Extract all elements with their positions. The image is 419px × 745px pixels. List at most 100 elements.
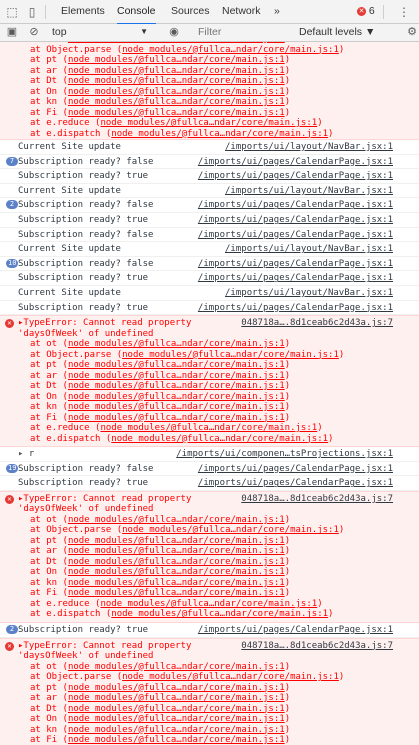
tab-sources[interactable]: Sources [171,0,210,23]
stack-link[interactable]: node_modules/@fullca…ndar/core/main.js:1 [68,567,285,577]
stack-link[interactable]: node_modules/@fullca…ndar/core/main.js:1 [68,557,285,567]
log-message: r [28,449,35,460]
stack-link[interactable]: node_modules/@fullca…ndar/core/main.js:1 [122,525,339,535]
stack-frame: at ot (node_modules/@fullca…ndar/core/ma… [30,339,291,350]
source-link[interactable]: /imports/ui/layout/NavBar.jsx:1 [225,288,393,299]
source-link[interactable]: /imports/ui/layout/NavBar.jsx:1 [225,142,393,153]
source-link[interactable]: /imports/ui/pages/CalendarPage.jsx:1 [198,464,393,475]
filter-input[interactable] [186,25,286,39]
source-link[interactable]: 048718a….8d1ceab6c2d43a.js:7 [241,641,393,652]
stack-link[interactable]: node_modules/@fullca…ndar/core/main.js:1 [68,704,285,714]
stack-link[interactable]: node_modules/@fullca…ndar/core/main.js:1 [100,423,317,433]
stack-link[interactable]: node_modules/@fullca…ndar/core/main.js:1 [111,434,328,444]
show-sidebar-icon[interactable]: ▣ [5,25,19,39]
repeat-count-badge: 2 [6,624,18,634]
context-selector[interactable]: top ▼ [52,25,152,39]
stack-link[interactable]: node_modules/@fullca…ndar/core/main.js:1 [68,339,285,349]
error-count: 6 [368,5,375,17]
error-header[interactable]: ▸TypeError: Cannot read property 'daysOf… [18,641,233,662]
stack-link[interactable]: node_modules/@fullca…ndar/core/main.js:1 [122,45,339,55]
error-header[interactable]: ▸TypeError: Cannot read property 'daysOf… [18,494,233,515]
source-link[interactable]: /imports/ui/componen…tsProjections.jsx:1 [176,449,393,460]
source-link[interactable]: /imports/ui/pages/CalendarPage.jsx:1 [198,171,393,182]
stack-fn: at Object.parse [30,672,112,682]
error-icon: ✕ [5,319,14,329]
source-link[interactable]: /imports/ui/layout/NavBar.jsx:1 [225,244,393,255]
stack-link[interactable]: node_modules/@fullca…ndar/core/main.js:1 [111,129,328,139]
source-link[interactable]: /imports/ui/pages/CalendarPage.jsx:1 [198,215,393,226]
console-log-row: 2 Subscription ready? false/imports/ui/pa… [0,198,419,213]
source-link[interactable]: /imports/ui/pages/CalendarPage.jsx:1 [198,273,393,284]
stack-link[interactable]: node_modules/@fullca…ndar/core/main.js:1 [68,66,285,76]
stack-link[interactable]: node_modules/@fullca…ndar/core/main.js:1 [100,118,317,128]
source-link[interactable]: /imports/ui/pages/CalendarPage.jsx:1 [198,625,393,636]
stack-fn: at ar [30,693,58,703]
stack-link[interactable]: node_modules/@fullca…ndar/core/main.js:1 [68,76,285,86]
stack-link[interactable]: node_modules/@fullca…ndar/core/main.js:1 [68,578,285,588]
console-error-row: ✕ ▸TypeError: Cannot read property 'daysO… [0,490,419,623]
stack-link[interactable]: node_modules/@fullca…ndar/core/main.js:1 [68,97,285,107]
stack-link[interactable]: node_modules/@fullca…ndar/core/main.js:1 [100,599,317,609]
stack-link[interactable]: node_modules/@fullca…ndar/core/main.js:1 [68,515,285,525]
stack-link[interactable]: node_modules/@fullca…ndar/core/main.js:1 [68,87,285,97]
log-message: Subscription ready? false [18,156,154,167]
stack-link[interactable]: node_modules/@fullca…ndar/core/main.js:1 [122,672,339,682]
error-message: TypeError: Cannot read property 'daysOfW… [18,640,192,662]
stack-frame: at Object.parse (node_modules/@fullca…nd… [30,672,345,682]
stack-link[interactable]: node_modules/@fullca…ndar/core/main.js:1 [68,381,285,391]
log-levels-dropdown[interactable]: Default levels ▼ [299,25,389,39]
stack-link[interactable]: node_modules/@fullca…ndar/core/main.js:1 [68,735,285,745]
stack-frame: at kn (node_modules/@fullca…ndar/core/ma… [30,577,291,588]
stack-link[interactable]: node_modules/@fullca…ndar/core/main.js:1 [68,588,285,598]
inspect-element-icon[interactable]: ⬚ [4,4,20,20]
stack-link[interactable]: node_modules/@fullca…ndar/core/main.js:1 [68,693,285,703]
stack-frame: at ot (node_modules/@fullca…ndar/core/ma… [30,514,291,525]
stack-link[interactable]: node_modules/@fullca…ndar/core/main.js:1 [68,402,285,412]
stack-link[interactable]: node_modules/@fullca…ndar/core/main.js:1 [68,371,285,381]
tab-elements[interactable]: Elements [61,0,105,23]
chevron-down-icon: ▼ [140,27,148,36]
source-link[interactable]: /imports/ui/pages/CalendarPage.jsx:1 [198,303,393,314]
stack-link[interactable]: node_modules/@fullca…ndar/core/main.js:1 [68,392,285,402]
console-log-row: Subscription ready? true/imports/ui/page… [0,301,419,316]
more-options-icon[interactable]: ⋮ [396,4,412,20]
device-toolbar-icon[interactable]: ▯ [24,4,40,20]
source-link[interactable]: /imports/ui/pages/CalendarPage.jsx:1 [198,478,393,489]
error-counter[interactable]: ✕ 6 [357,5,375,17]
stack-fn: at e.reduce [30,118,90,128]
expand-arrow-icon[interactable]: ▸ [18,449,29,459]
stack-link[interactable]: node_modules/@fullca…ndar/core/main.js:1 [68,413,285,423]
source-link[interactable]: 048718a….8d1ceab6c2d43a.js:7 [241,494,393,505]
clear-console-icon[interactable]: ⊘ [27,25,41,39]
stack-link[interactable]: node_modules/@fullca…ndar/core/main.js:1 [122,350,339,360]
stack-link[interactable]: node_modules/@fullca…ndar/core/main.js:1 [68,683,285,693]
error-icon: ✕ [5,494,14,504]
stack-link[interactable]: node_modules/@fullca…ndar/core/main.js:1 [68,725,285,735]
source-link[interactable]: /imports/ui/layout/NavBar.jsx:1 [225,186,393,197]
stack-link[interactable]: node_modules/@fullca…ndar/core/main.js:1 [111,609,328,619]
stack-link[interactable]: node_modules/@fullca…ndar/core/main.js:1 [68,360,285,370]
stack-link[interactable]: node_modules/@fullca…ndar/core/main.js:1 [68,55,285,65]
source-link[interactable]: /imports/ui/pages/CalendarPage.jsx:1 [198,259,393,270]
source-link[interactable]: /imports/ui/pages/CalendarPage.jsx:1 [198,230,393,241]
stack-fn: at kn [30,97,58,107]
more-tabs-button[interactable]: » [274,0,280,23]
stack-link[interactable]: node_modules/@fullca…ndar/core/main.js:1 [68,662,285,672]
console-error-row: ✕ ▸TypeError: Cannot read property 'daysO… [0,637,419,745]
stack-frame: at e.reduce (node_modules/@fullca…ndar/c… [30,598,323,609]
stack-frame: at Dt (node_modules/@fullca…ndar/core/ma… [30,76,291,86]
log-message: Current Site update [18,142,121,152]
stack-link[interactable]: node_modules/@fullca…ndar/core/main.js:1 [68,546,285,556]
source-link[interactable]: /imports/ui/pages/CalendarPage.jsx:1 [198,200,393,211]
error-header[interactable]: ▸TypeError: Cannot read property 'daysOf… [18,318,233,339]
stack-link[interactable]: node_modules/@fullca…ndar/core/main.js:1 [68,714,285,724]
stack-fn: at Fi [30,412,58,423]
source-link[interactable]: 048718a….8d1ceab6c2d43a.js:7 [241,318,393,329]
source-link[interactable]: /imports/ui/pages/CalendarPage.jsx:1 [198,157,393,168]
stack-link[interactable]: node_modules/@fullca…ndar/core/main.js:1 [68,108,285,118]
eye-icon[interactable]: ◉ [167,25,181,39]
stack-link[interactable]: node_modules/@fullca…ndar/core/main.js:1 [68,536,285,546]
gear-icon[interactable]: ⚙ [405,25,419,39]
tab-console[interactable]: Console [117,0,156,25]
tab-network[interactable]: Network [222,0,261,23]
